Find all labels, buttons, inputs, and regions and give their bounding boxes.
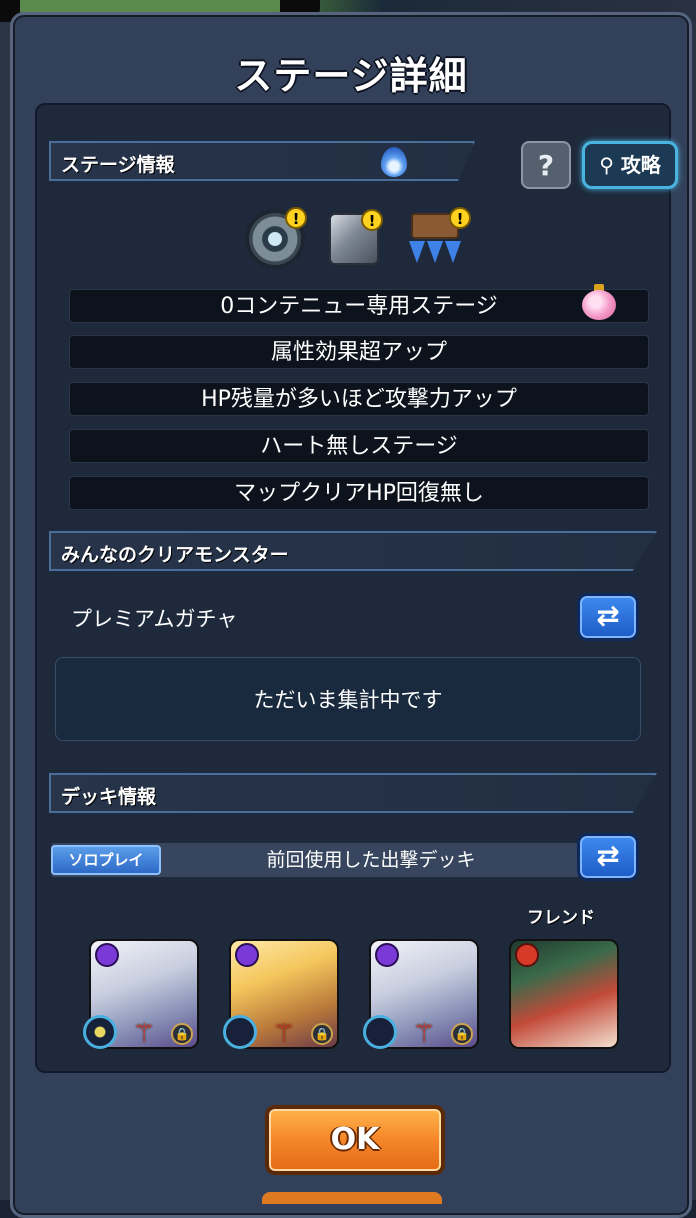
solo-play-badge: ソロプレイ bbox=[51, 845, 161, 875]
block-icon: ! bbox=[329, 209, 383, 265]
stage-rule-text: マップクリアHP回復無し bbox=[234, 481, 484, 506]
stage-rule-row: 0コンテニュー専用ステージ bbox=[69, 284, 649, 323]
strategy-button[interactable]: ⚲ 攻略 bbox=[582, 141, 678, 189]
stage-detail-modal: ステージ詳細 ステージ情報 ? ⚲ 攻略 ! ! ! 0コンテニュー専用ステージ… bbox=[10, 12, 692, 1218]
search-icon: ⚲ bbox=[599, 153, 614, 177]
stage-detail-panel: ステージ情報 ? ⚲ 攻略 ! ! ! 0コンテニュー専用ステージ 属性効果超ア… bbox=[35, 103, 678, 1073]
deck-monster-card[interactable]: ⚚ 🔒 bbox=[83, 939, 199, 1049]
friend-label: フレンド bbox=[527, 908, 595, 928]
ok-button[interactable]: OK bbox=[265, 1105, 445, 1175]
stage-rule-row: HP残量が多いほど攻撃力アップ bbox=[69, 382, 649, 416]
clear-monsters-status: ただいま集計中です bbox=[55, 657, 641, 741]
stage-info-header: ステージ情報 bbox=[49, 141, 475, 181]
warning-icon: ! bbox=[285, 207, 307, 229]
warning-icon: ! bbox=[361, 209, 383, 231]
stage-rule-text: 属性効果超アップ bbox=[270, 340, 447, 365]
crest-icon: ⚚ bbox=[272, 1019, 296, 1049]
water-flame-icon bbox=[381, 147, 407, 177]
gravity-barrier-icon: ! bbox=[405, 207, 471, 265]
stage-rule-row: 属性効果超アップ bbox=[69, 335, 649, 369]
friend-monster-card[interactable] bbox=[509, 939, 619, 1049]
potion-icon bbox=[582, 284, 616, 320]
lock-icon: 🔒 bbox=[451, 1023, 473, 1045]
clear-monsters-header-label: みんなのクリアモンスター bbox=[61, 544, 289, 566]
dark-element-icon bbox=[95, 943, 119, 967]
stage-rule-text: 0コンテニュー専用ステージ bbox=[220, 294, 498, 319]
stage-info-header-label: ステージ情報 bbox=[61, 154, 175, 176]
dark-element-icon bbox=[375, 943, 399, 967]
deck-monster-card[interactable]: ⚚ 🔒 bbox=[363, 939, 479, 1049]
background-button-edge bbox=[262, 1192, 442, 1204]
crest-icon: ⚚ bbox=[412, 1019, 436, 1049]
dark-element-icon bbox=[235, 943, 259, 967]
stage-rule-row: ハート無しステージ bbox=[69, 429, 649, 463]
gauge-ring-icon bbox=[223, 1015, 257, 1049]
deck-info-header: デッキ情報 bbox=[49, 773, 657, 813]
deck-monster-card[interactable]: ⚚ 🔒 bbox=[223, 939, 339, 1049]
mine-icon: ! bbox=[249, 207, 307, 265]
lock-icon: 🔒 bbox=[171, 1023, 193, 1045]
help-button[interactable]: ? bbox=[521, 141, 571, 189]
modal-title: ステージ詳細 bbox=[234, 54, 468, 98]
gacha-filter-label: プレミアムガチャ bbox=[71, 607, 238, 631]
gimmick-icons: ! ! ! bbox=[249, 205, 471, 275]
strategy-button-label: 攻略 bbox=[620, 153, 661, 177]
fire-element-icon bbox=[515, 943, 539, 967]
lock-icon: 🔒 bbox=[311, 1023, 333, 1045]
deck-swap-button[interactable]: ⇄ bbox=[577, 833, 639, 881]
deck-selector-bar[interactable]: ソロプレイ 前回使用した出撃デッキ bbox=[51, 843, 581, 877]
crest-icon: ⚚ bbox=[132, 1019, 156, 1049]
gauge-ring-icon bbox=[83, 1015, 117, 1049]
stage-rule-text: HP残量が多いほど攻撃力アップ bbox=[201, 387, 517, 412]
clear-monsters-header: みんなのクリアモンスター bbox=[49, 531, 657, 571]
deck-name: 前回使用した出撃デッキ bbox=[266, 849, 476, 871]
deck-info-header-label: デッキ情報 bbox=[61, 786, 157, 808]
stage-rule-row: マップクリアHP回復無し bbox=[69, 476, 649, 510]
gacha-swap-button[interactable]: ⇄ bbox=[577, 593, 639, 641]
stage-rule-text: ハート無しステージ bbox=[260, 434, 458, 459]
warning-icon: ! bbox=[449, 207, 471, 229]
gauge-ring-icon bbox=[363, 1015, 397, 1049]
